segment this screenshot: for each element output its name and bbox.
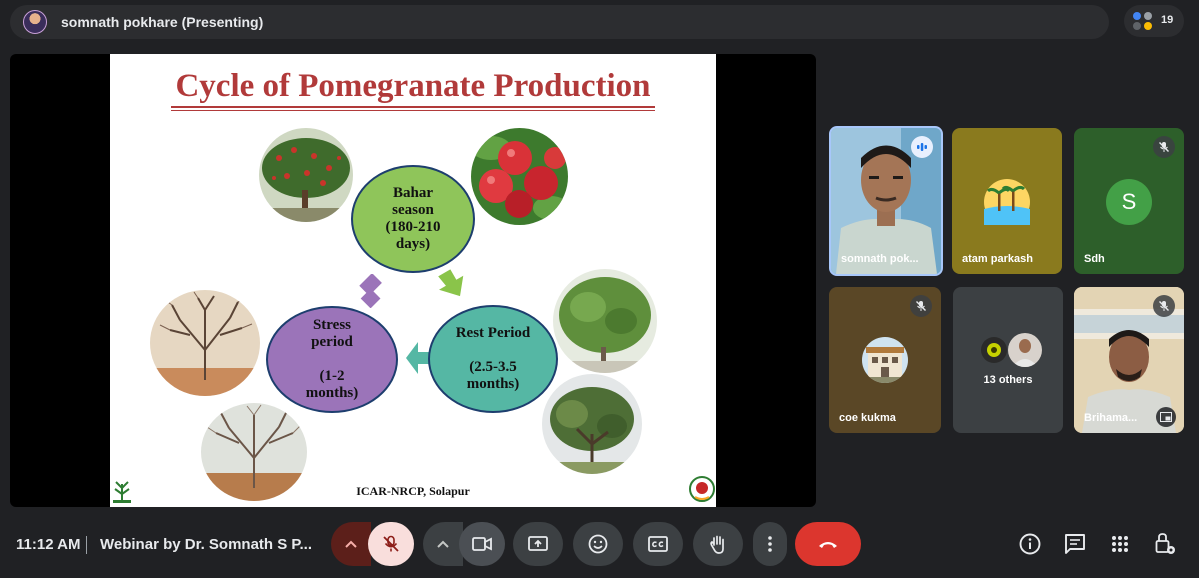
presenter-bar[interactable]: somnath pokhare (Presenting) xyxy=(10,5,1109,39)
participant-dot-icon xyxy=(1133,22,1141,30)
chat-button[interactable] xyxy=(1061,530,1089,558)
mic-muted-icon xyxy=(910,295,932,317)
arrow-to-bahar-icon xyxy=(359,274,382,308)
more-options-button[interactable] xyxy=(753,522,787,566)
participant-name: Brihama... xyxy=(1084,412,1138,424)
present-screen-icon xyxy=(528,536,548,551)
slide-title: Cycle of Pomegranate Production xyxy=(175,68,651,104)
pip-icon[interactable] xyxy=(1156,407,1176,427)
rest-tree-photo xyxy=(542,374,642,474)
participants-button[interactable]: 19 xyxy=(1124,5,1184,37)
chevron-up-icon xyxy=(437,540,449,548)
speaking-indicator-icon xyxy=(911,136,933,158)
others-count-label: 13 others xyxy=(983,374,1033,386)
host-controls-icon xyxy=(1155,533,1175,554)
raise-hand-icon xyxy=(710,535,724,554)
participant-tile[interactable]: Brihama... xyxy=(1074,287,1184,433)
participant-dot-icon xyxy=(1144,12,1152,20)
participant-count: 19 xyxy=(1161,14,1174,26)
info-icon xyxy=(1019,533,1041,555)
meeting-title: Webinar by Dr. Somnath S P... xyxy=(100,536,312,553)
present-button[interactable] xyxy=(513,522,563,566)
activities-button[interactable] xyxy=(1106,530,1134,558)
participant-dot-icon xyxy=(1144,22,1152,30)
title-underline xyxy=(171,106,655,111)
participant-name: Sdh xyxy=(1084,253,1105,265)
tree-in-bloom-photo xyxy=(259,128,353,222)
participant-dot-icon xyxy=(1133,12,1141,20)
mic-muted-icon xyxy=(1153,295,1175,317)
presentation-stage: Cycle of Pomegranate Production Bahar se… xyxy=(10,54,816,507)
arrow-to-rest-icon xyxy=(438,269,464,297)
divider xyxy=(86,536,87,554)
participant-tile[interactable]: atam parkash xyxy=(952,128,1062,274)
stress-dry-tree-photo xyxy=(150,290,260,396)
end-call-button[interactable] xyxy=(795,522,861,566)
mic-off-icon xyxy=(383,535,399,552)
meeting-details-button[interactable] xyxy=(1016,530,1044,558)
chevron-up-icon xyxy=(345,540,357,548)
participant-name: coe kukma xyxy=(839,412,896,424)
reactions-button[interactable] xyxy=(573,522,623,566)
slide-footer: ICAR-NRCP, Solapur xyxy=(356,484,470,498)
captions-button[interactable] xyxy=(633,522,683,566)
building-avatar-icon xyxy=(862,337,908,383)
rest-period-stage: Rest Period (2.5-3.5 months) xyxy=(428,305,558,413)
host-controls-button[interactable] xyxy=(1151,530,1179,558)
end-call-icon xyxy=(819,542,837,548)
video-options-button[interactable] xyxy=(423,522,463,566)
initial-avatar: S xyxy=(1106,179,1152,225)
stress-period-stage: Stress period (1-2 months) xyxy=(266,306,398,413)
emoji-icon xyxy=(588,534,608,554)
presenter-avatar xyxy=(23,10,47,34)
raise-hand-button[interactable] xyxy=(693,522,743,566)
flower-avatar-icon xyxy=(981,337,1007,363)
others-tile[interactable]: 13 others xyxy=(953,287,1063,433)
mic-muted-icon xyxy=(1153,136,1175,158)
participant-tile[interactable]: coe kukma xyxy=(829,287,941,433)
more-options-icon xyxy=(768,536,772,552)
captions-icon xyxy=(648,536,668,552)
presenter-label: somnath pokhare (Presenting) xyxy=(61,14,264,30)
participant-tile[interactable]: somnath pok... xyxy=(829,126,943,276)
participant-name: somnath pok... xyxy=(841,253,919,265)
camera-toggle-button[interactable] xyxy=(459,522,505,566)
clock: 11:12 AM xyxy=(16,536,81,553)
participant-name: atam parkash xyxy=(962,253,1033,265)
nrcp-logo-icon xyxy=(689,476,715,502)
person-avatar-icon xyxy=(1008,333,1042,367)
chat-icon xyxy=(1065,534,1085,554)
bahar-season-stage: Bahar season (180-210 days) xyxy=(351,165,475,273)
mic-toggle-button[interactable] xyxy=(368,522,414,566)
activities-icon xyxy=(1112,536,1128,552)
camera-icon xyxy=(472,537,492,551)
participant-tile[interactable]: S Sdh xyxy=(1074,128,1184,274)
green-shrub-photo xyxy=(553,269,657,373)
pomegranate-fruits-photo xyxy=(471,128,568,225)
audio-options-button[interactable] xyxy=(331,522,371,566)
beach-avatar-icon xyxy=(984,179,1030,225)
slide: Cycle of Pomegranate Production Bahar se… xyxy=(110,54,716,507)
